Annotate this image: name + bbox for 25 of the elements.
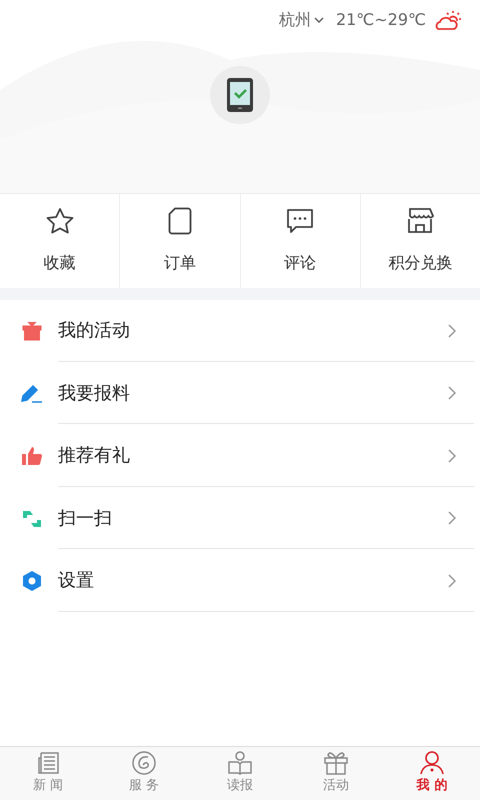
menu-label: 我要报料 (58, 382, 130, 406)
sun-cloud-icon (434, 8, 462, 32)
city-selector[interactable]: 杭州 (278, 8, 324, 32)
store-icon (405, 207, 436, 235)
tablet-check-icon (227, 78, 253, 112)
star-icon (44, 207, 75, 235)
menu-label: 推荐有礼 (58, 444, 130, 468)
chevron-right-icon (448, 448, 456, 463)
chevron-right-icon (448, 511, 456, 526)
user-icon (419, 751, 445, 775)
menu-label: 设置 (58, 569, 94, 594)
chevron-right-icon (448, 324, 456, 338)
document-icon (168, 207, 192, 235)
chevron-down-icon (314, 17, 324, 23)
comment-icon (286, 207, 314, 235)
gift-icon (323, 751, 349, 775)
tab[interactable]: 我 的 (384, 747, 480, 800)
menu-label: 扫一扫 (58, 506, 112, 531)
newspaper-icon (36, 751, 60, 775)
menu-label: 我的活动 (58, 319, 130, 344)
reader-icon (227, 751, 253, 775)
chevron-right-icon (448, 386, 456, 400)
temperature-range: 21℃~29℃ (336, 9, 426, 31)
chevron-right-icon (448, 574, 456, 588)
service-icon (131, 751, 157, 775)
